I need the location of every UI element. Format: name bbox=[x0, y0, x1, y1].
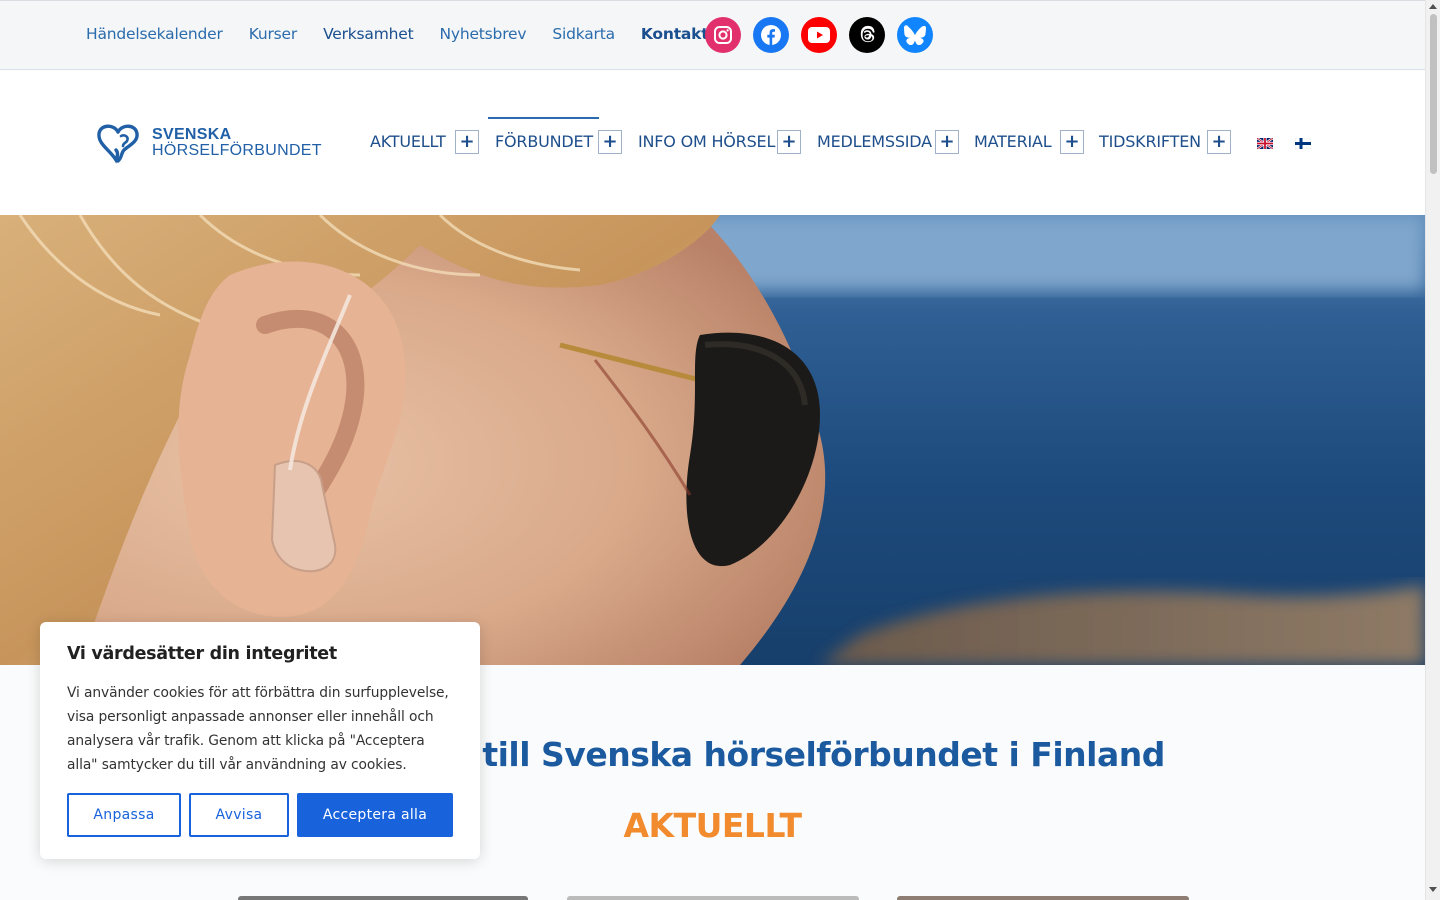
top-bar: Händelsekalender Kurser Verksamhet Nyhet… bbox=[0, 0, 1425, 70]
nav-item-tidskriften[interactable]: TIDSKRIFTEN bbox=[1099, 132, 1201, 151]
finnish-flag-icon[interactable] bbox=[1295, 138, 1311, 149]
threads-icon[interactable] bbox=[849, 17, 885, 53]
expand-forbundet-button[interactable]: + bbox=[598, 130, 622, 154]
nav-item-aktuellt[interactable]: AKTUELLT bbox=[370, 132, 446, 151]
scroll-up-arrow-icon[interactable] bbox=[1429, 4, 1437, 9]
site-header: SVENSKA HÖRSELFÖRBUNDET AKTUELLT + FÖRBU… bbox=[0, 70, 1425, 215]
top-link-kontakt[interactable]: Kontakt bbox=[641, 25, 709, 43]
top-link-kurser[interactable]: Kurser bbox=[249, 25, 298, 43]
expand-aktuellt-button[interactable]: + bbox=[455, 130, 479, 154]
hero-ear-hearing-aid-photo bbox=[0, 215, 1425, 665]
logo-text: SVENSKA HÖRSELFÖRBUNDET bbox=[152, 127, 322, 159]
cookie-consent-dialog: Vi värdesätter din integritet Vi använde… bbox=[40, 622, 480, 859]
customize-button[interactable]: Anpassa bbox=[67, 793, 181, 837]
bluesky-icon[interactable] bbox=[897, 17, 933, 53]
expand-tidskriften-button[interactable]: + bbox=[1207, 130, 1231, 154]
cookie-buttons: Anpassa Avvisa Acceptera alla bbox=[67, 793, 453, 837]
nav-item-medlemssida[interactable]: MEDLEMSSIDA bbox=[817, 132, 932, 151]
nav-item-forbundet[interactable]: FÖRBUNDET bbox=[488, 117, 599, 151]
nav-item-material[interactable]: MATERIAL bbox=[974, 132, 1052, 151]
expand-material-button[interactable]: + bbox=[1060, 130, 1084, 154]
logo-line-2: HÖRSELFÖRBUNDET bbox=[152, 142, 322, 159]
news-card[interactable] bbox=[238, 896, 528, 900]
youtube-icon[interactable] bbox=[801, 17, 837, 53]
logo-line-1: SVENSKA bbox=[152, 126, 232, 143]
cookie-text: Vi använder cookies för att förbättra di… bbox=[67, 685, 449, 773]
top-link-nyhetsbrev[interactable]: Nyhetsbrev bbox=[439, 25, 526, 43]
nav-item-info-om-horsel[interactable]: INFO OM HÖRSEL bbox=[638, 132, 775, 151]
page-scrollbar[interactable] bbox=[1425, 0, 1440, 900]
news-card[interactable] bbox=[567, 896, 859, 900]
hero-image bbox=[0, 215, 1425, 665]
top-link-verksamhet[interactable]: Verksamhet bbox=[323, 25, 414, 43]
expand-medlemssida-button[interactable]: + bbox=[935, 130, 959, 154]
instagram-icon[interactable] bbox=[705, 17, 741, 53]
scrollbar-thumb[interactable] bbox=[1430, 14, 1437, 174]
site-logo[interactable]: SVENSKA HÖRSELFÖRBUNDET bbox=[96, 122, 322, 164]
cookie-title: Vi värdesätter din integritet bbox=[67, 644, 337, 664]
top-link-sidkarta[interactable]: Sidkarta bbox=[552, 25, 615, 43]
reject-button[interactable]: Avvisa bbox=[189, 793, 289, 837]
top-link-handelsekalender[interactable]: Händelsekalender bbox=[86, 25, 223, 43]
top-links: Händelsekalender Kurser Verksamhet Nyhet… bbox=[86, 25, 735, 43]
english-flag-icon[interactable] bbox=[1257, 138, 1273, 149]
accept-all-button[interactable]: Acceptera alla bbox=[297, 793, 453, 837]
scroll-down-arrow-icon[interactable] bbox=[1429, 887, 1437, 892]
news-card[interactable] bbox=[897, 896, 1189, 900]
facebook-icon[interactable] bbox=[753, 17, 789, 53]
social-links bbox=[705, 17, 933, 53]
expand-info-om-horsel-button[interactable]: + bbox=[777, 130, 801, 154]
heart-ear-logo-icon bbox=[97, 124, 139, 164]
